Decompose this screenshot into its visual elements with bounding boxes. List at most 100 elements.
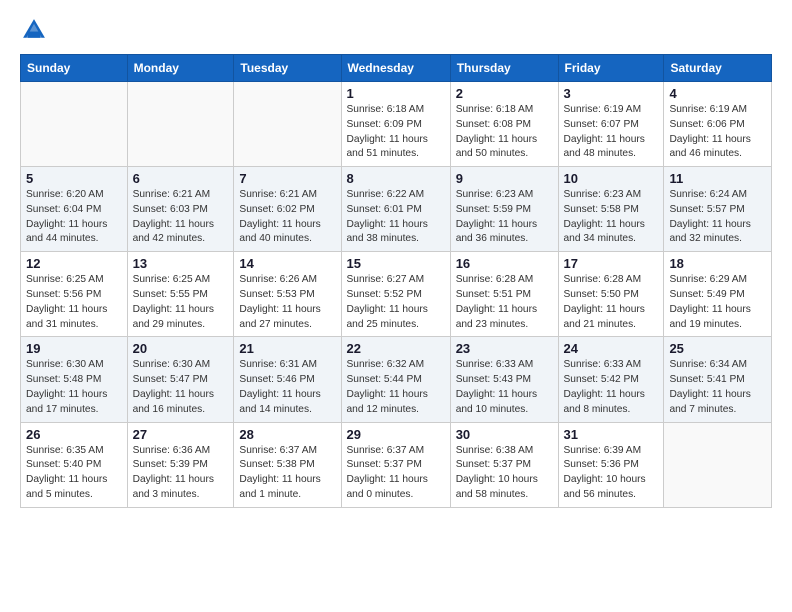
calendar-week-row: 26Sunrise: 6:35 AM Sunset: 5:40 PM Dayli… (21, 422, 772, 507)
calendar-cell: 24 Sunrise: 6:33 AM Sunset: 5:42 PM Dayli… (558, 337, 664, 422)
calendar-week-row: 12 Sunrise: 6:25 AM Sunset: 5:56 PM Dayli… (21, 252, 772, 337)
weekday-header-tuesday: Tuesday (234, 55, 341, 82)
day-info: Sunrise: 6:25 AM Sunset: 5:55 PM Dayligh… (133, 273, 229, 332)
day-number: 18 (669, 256, 766, 271)
day-info: Sunrise: 6:39 AM Sunset: 5:36 PM Dayligh… (564, 444, 659, 503)
calendar-cell: 5Sunrise: 6:20 AM Sunset: 6:04 PM Daylig… (21, 167, 128, 252)
calendar-cell: 22 Sunrise: 6:32 AM Sunset: 5:44 PM Dayli… (341, 337, 450, 422)
day-info: Sunrise: 6:30 AM Sunset: 5:47 PM Dayligh… (133, 358, 229, 417)
day-info: Sunrise: 6:23 AM Sunset: 5:58 PM Dayligh… (564, 188, 659, 247)
day-number: 22 (347, 341, 445, 356)
day-info: Sunrise: 6:31 AM Sunset: 5:46 PM Dayligh… (239, 358, 335, 417)
calendar-week-row: 19 Sunrise: 6:30 AM Sunset: 5:48 PM Dayli… (21, 337, 772, 422)
calendar-cell: 31 Sunrise: 6:39 AM Sunset: 5:36 PM Dayli… (558, 422, 664, 507)
calendar-header-row: SundayMondayTuesdayWednesdayThursdayFrid… (21, 55, 772, 82)
weekday-header-friday: Friday (558, 55, 664, 82)
calendar-cell: 29 Sunrise: 6:37 AM Sunset: 5:37 PM Dayli… (341, 422, 450, 507)
logo (20, 16, 52, 44)
day-info: Sunrise: 6:24 AM Sunset: 5:57 PM Dayligh… (669, 188, 766, 247)
day-number: 29 (347, 427, 445, 442)
calendar-cell: 25Sunrise: 6:34 AM Sunset: 5:41 PM Dayli… (664, 337, 772, 422)
calendar-cell: 28 Sunrise: 6:37 AM Sunset: 5:38 PM Dayli… (234, 422, 341, 507)
day-number: 3 (564, 86, 659, 101)
calendar-cell: 13 Sunrise: 6:25 AM Sunset: 5:55 PM Dayli… (127, 252, 234, 337)
calendar-cell: 18 Sunrise: 6:29 AM Sunset: 5:49 PM Dayli… (664, 252, 772, 337)
weekday-header-thursday: Thursday (450, 55, 558, 82)
day-number: 8 (347, 171, 445, 186)
day-info: Sunrise: 6:37 AM Sunset: 5:38 PM Dayligh… (239, 444, 335, 503)
calendar-cell: 11 Sunrise: 6:24 AM Sunset: 5:57 PM Dayli… (664, 167, 772, 252)
day-number: 11 (669, 171, 766, 186)
calendar-cell: 23 Sunrise: 6:33 AM Sunset: 5:43 PM Dayli… (450, 337, 558, 422)
logo-icon (20, 16, 48, 44)
day-number: 10 (564, 171, 659, 186)
day-info: Sunrise: 6:33 AM Sunset: 5:43 PM Dayligh… (456, 358, 553, 417)
calendar-cell: 14 Sunrise: 6:26 AM Sunset: 5:53 PM Dayli… (234, 252, 341, 337)
day-number: 30 (456, 427, 553, 442)
day-number: 7 (239, 171, 335, 186)
day-info: Sunrise: 6:22 AM Sunset: 6:01 PM Dayligh… (347, 188, 445, 247)
day-number: 13 (133, 256, 229, 271)
calendar-cell (21, 82, 128, 167)
day-info: Sunrise: 6:18 AM Sunset: 6:08 PM Dayligh… (456, 103, 553, 162)
day-info: Sunrise: 6:20 AM Sunset: 6:04 PM Dayligh… (26, 188, 122, 247)
day-number: 19 (26, 341, 122, 356)
calendar-cell: 30 Sunrise: 6:38 AM Sunset: 5:37 PM Dayli… (450, 422, 558, 507)
day-number: 28 (239, 427, 335, 442)
day-info: Sunrise: 6:29 AM Sunset: 5:49 PM Dayligh… (669, 273, 766, 332)
calendar-cell: 7 Sunrise: 6:21 AM Sunset: 6:02 PM Daylig… (234, 167, 341, 252)
day-number: 17 (564, 256, 659, 271)
calendar-cell: 10 Sunrise: 6:23 AM Sunset: 5:58 PM Dayli… (558, 167, 664, 252)
day-number: 21 (239, 341, 335, 356)
day-info: Sunrise: 6:33 AM Sunset: 5:42 PM Dayligh… (564, 358, 659, 417)
calendar-cell (127, 82, 234, 167)
day-info: Sunrise: 6:32 AM Sunset: 5:44 PM Dayligh… (347, 358, 445, 417)
day-info: Sunrise: 6:23 AM Sunset: 5:59 PM Dayligh… (456, 188, 553, 247)
calendar-cell (664, 422, 772, 507)
calendar-cell: 8 Sunrise: 6:22 AM Sunset: 6:01 PM Daylig… (341, 167, 450, 252)
day-number: 14 (239, 256, 335, 271)
day-number: 20 (133, 341, 229, 356)
day-info: Sunrise: 6:36 AM Sunset: 5:39 PM Dayligh… (133, 444, 229, 503)
day-info: Sunrise: 6:34 AM Sunset: 5:41 PM Dayligh… (669, 358, 766, 417)
page: SundayMondayTuesdayWednesdayThursdayFrid… (0, 0, 792, 524)
weekday-header-monday: Monday (127, 55, 234, 82)
day-info: Sunrise: 6:26 AM Sunset: 5:53 PM Dayligh… (239, 273, 335, 332)
calendar: SundayMondayTuesdayWednesdayThursdayFrid… (20, 54, 772, 508)
day-info: Sunrise: 6:28 AM Sunset: 5:51 PM Dayligh… (456, 273, 553, 332)
day-info: Sunrise: 6:37 AM Sunset: 5:37 PM Dayligh… (347, 444, 445, 503)
calendar-cell: 19 Sunrise: 6:30 AM Sunset: 5:48 PM Dayli… (21, 337, 128, 422)
day-info: Sunrise: 6:30 AM Sunset: 5:48 PM Dayligh… (26, 358, 122, 417)
calendar-week-row: 1Sunrise: 6:18 AM Sunset: 6:09 PM Daylig… (21, 82, 772, 167)
day-number: 1 (347, 86, 445, 101)
weekday-header-saturday: Saturday (664, 55, 772, 82)
calendar-cell: 26Sunrise: 6:35 AM Sunset: 5:40 PM Dayli… (21, 422, 128, 507)
calendar-cell: 6Sunrise: 6:21 AM Sunset: 6:03 PM Daylig… (127, 167, 234, 252)
calendar-cell (234, 82, 341, 167)
day-info: Sunrise: 6:35 AM Sunset: 5:40 PM Dayligh… (26, 444, 122, 503)
calendar-cell: 3Sunrise: 6:19 AM Sunset: 6:07 PM Daylig… (558, 82, 664, 167)
calendar-cell: 17 Sunrise: 6:28 AM Sunset: 5:50 PM Dayli… (558, 252, 664, 337)
day-number: 16 (456, 256, 553, 271)
day-number: 24 (564, 341, 659, 356)
calendar-cell: 27 Sunrise: 6:36 AM Sunset: 5:39 PM Dayli… (127, 422, 234, 507)
day-number: 23 (456, 341, 553, 356)
day-info: Sunrise: 6:28 AM Sunset: 5:50 PM Dayligh… (564, 273, 659, 332)
calendar-cell: 21 Sunrise: 6:31 AM Sunset: 5:46 PM Dayli… (234, 337, 341, 422)
day-number: 31 (564, 427, 659, 442)
weekday-header-wednesday: Wednesday (341, 55, 450, 82)
day-number: 27 (133, 427, 229, 442)
day-number: 2 (456, 86, 553, 101)
day-info: Sunrise: 6:21 AM Sunset: 6:02 PM Dayligh… (239, 188, 335, 247)
calendar-cell: 20 Sunrise: 6:30 AM Sunset: 5:47 PM Dayli… (127, 337, 234, 422)
header (20, 16, 772, 44)
calendar-cell: 2 Sunrise: 6:18 AM Sunset: 6:08 PM Daylig… (450, 82, 558, 167)
calendar-cell: 1Sunrise: 6:18 AM Sunset: 6:09 PM Daylig… (341, 82, 450, 167)
calendar-week-row: 5Sunrise: 6:20 AM Sunset: 6:04 PM Daylig… (21, 167, 772, 252)
day-info: Sunrise: 6:25 AM Sunset: 5:56 PM Dayligh… (26, 273, 122, 332)
day-number: 12 (26, 256, 122, 271)
day-info: Sunrise: 6:38 AM Sunset: 5:37 PM Dayligh… (456, 444, 553, 503)
calendar-cell: 16 Sunrise: 6:28 AM Sunset: 5:51 PM Dayli… (450, 252, 558, 337)
calendar-cell: 15Sunrise: 6:27 AM Sunset: 5:52 PM Dayli… (341, 252, 450, 337)
day-number: 6 (133, 171, 229, 186)
